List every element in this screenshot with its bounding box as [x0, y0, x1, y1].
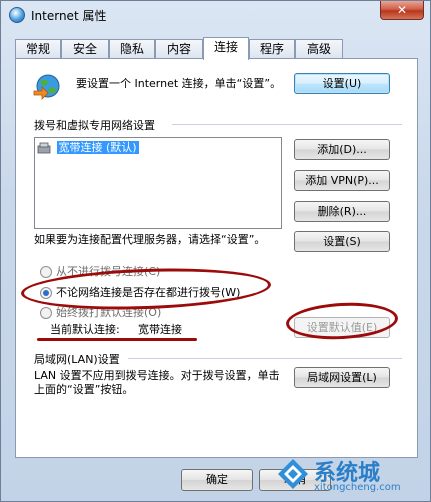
proxy-description: 如果要为连接配置代理服务器，请选择“设置”。 — [34, 233, 266, 246]
tab-connections[interactable]: 连接 — [203, 37, 249, 60]
tab-security[interactable]: 安全 — [61, 39, 109, 59]
ok-button[interactable]: 确定 — [181, 469, 253, 491]
dialup-section-title: 拨号和虚拟专用网络设置 — [34, 119, 155, 132]
add-vpn-button[interactable]: 添加 VPN(P)... — [294, 170, 390, 191]
proxy-settings-button[interactable]: 设置(S) — [294, 231, 390, 252]
watermark: 系统城 xitongcheng.com — [276, 455, 426, 495]
tab-privacy[interactable]: 隐私 — [109, 39, 155, 59]
watermark-logo-icon — [278, 459, 308, 489]
tab-programs[interactable]: 程序 — [249, 39, 295, 59]
dialup-connection-icon — [37, 142, 51, 154]
network-globe-icon — [33, 74, 60, 100]
current-default-value: 宽带连接 — [138, 323, 182, 336]
close-button[interactable]: ✕ — [380, 1, 424, 20]
internet-properties-window: Internet 属性 ✕ 常规 安全 隐私 内容 连接 程序 高级 要设置一个… — [0, 0, 431, 502]
delete-button[interactable]: 删除(R)... — [294, 201, 390, 222]
radio-button[interactable] — [40, 266, 52, 278]
tab-advanced[interactable]: 高级 — [295, 39, 343, 59]
window-title: Internet 属性 — [31, 9, 107, 23]
setup-button[interactable]: 设置(U) — [294, 73, 390, 94]
list-item-label: 宽带连接 (默认) — [56, 141, 139, 154]
lan-settings-button[interactable]: 局域网设置(L) — [294, 367, 390, 388]
globe-icon — [9, 7, 25, 23]
connections-panel: 要设置一个 Internet 连接，单击“设置”。 设置(U) 拨号和虚拟专用网… — [15, 58, 418, 458]
connection-list[interactable]: 宽带连接 (默认) — [34, 137, 282, 229]
setup-description: 要设置一个 Internet 连接，单击“设置”。 — [76, 77, 282, 90]
current-default-label: 当前默认连接: — [50, 323, 120, 336]
tab-content[interactable]: 内容 — [155, 39, 203, 59]
tab-general[interactable]: 常规 — [15, 39, 61, 59]
lan-description: LAN 设置不应用到拨号连接。对于拨号设置，单击上面的“设置”按钮。 — [34, 369, 280, 396]
annotation-underline — [37, 338, 197, 341]
lan-section-title: 局域网(LAN)设置 — [34, 353, 120, 366]
watermark-url: xitongcheng.com — [314, 482, 401, 493]
divider — [172, 124, 402, 125]
list-item[interactable]: 宽带连接 (默认) — [37, 140, 139, 156]
add-button[interactable]: 添加(D)... — [294, 139, 390, 160]
radio-button[interactable] — [40, 307, 52, 319]
title-bar: Internet 属性 ✕ — [1, 1, 430, 29]
divider — [128, 358, 402, 359]
